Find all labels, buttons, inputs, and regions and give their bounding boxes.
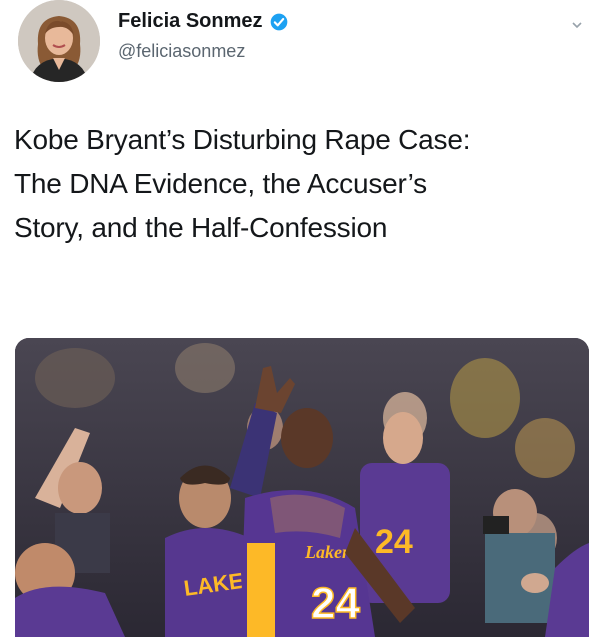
tweet-line: The DNA Evidence, the Accuser’s [14, 168, 427, 199]
profile-photo-icon [18, 0, 100, 82]
tweet-line: Story, and the Half-Confession [14, 212, 388, 243]
author-name-row[interactable]: Felicia Sonmez [118, 10, 289, 33]
author-avatar[interactable] [18, 0, 100, 82]
author-handle[interactable]: @feliciasonmez [118, 41, 245, 62]
basketball-photo-icon: 24 LAKE Lakers 24 [15, 338, 589, 637]
chevron-down-icon[interactable] [570, 18, 584, 32]
tweet-text: Kobe Bryant’s Disturbing Rape Case: The … [14, 118, 584, 250]
verified-badge-icon [270, 13, 287, 30]
tweet-line: Kobe Bryant’s Disturbing Rape Case: [14, 124, 471, 155]
player-jersey-number: 24 [311, 579, 360, 628]
tweet-media-photo[interactable]: 24 LAKE Lakers 24 [15, 338, 589, 637]
fan-jersey-number: 24 [375, 523, 413, 561]
author-name[interactable]: Felicia Sonmez [118, 10, 263, 33]
